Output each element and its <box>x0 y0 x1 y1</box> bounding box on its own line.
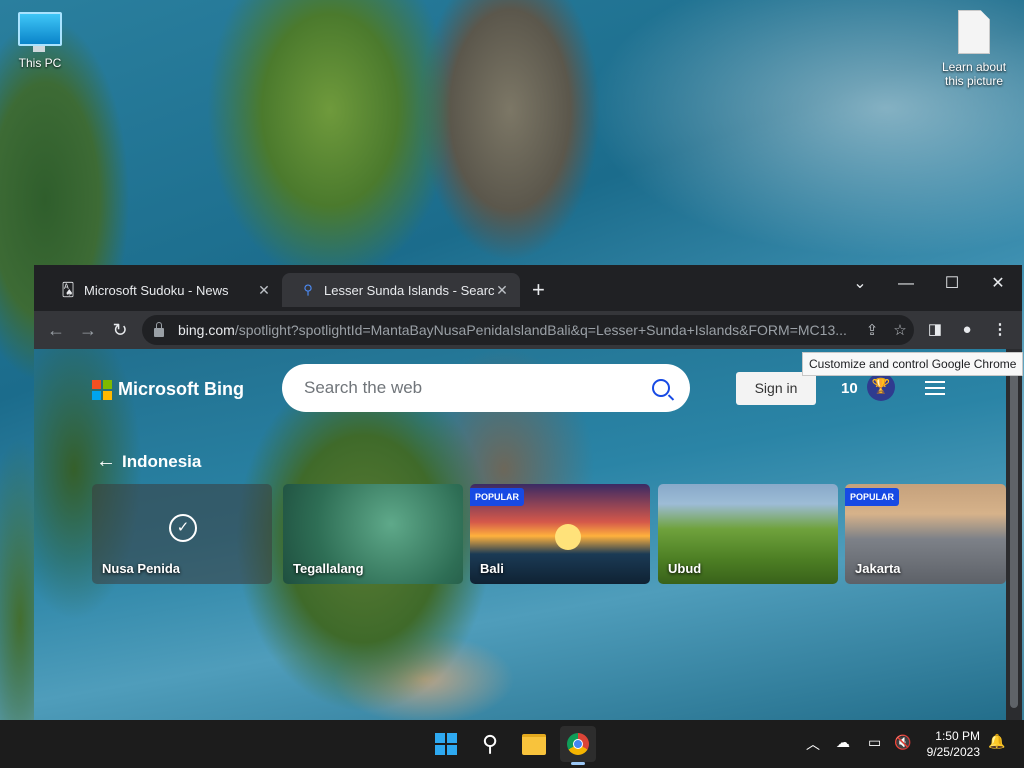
back-arrow-icon[interactable]: ← <box>96 450 116 473</box>
card-jakarta[interactable]: POPULAR Jakarta <box>845 484 1006 584</box>
monitor-icon <box>18 12 62 52</box>
tab-microsoft-sudoku[interactable]: 🂡 Microsoft Sudoku - News ✕ <box>42 273 282 307</box>
card-label: Jakarta <box>855 561 901 576</box>
chrome-taskbar-button[interactable] <box>560 726 596 762</box>
tab-title: Lesser Sunda Islands - Search <box>324 282 494 298</box>
address-bar[interactable]: bing.com/spotlight?spotlightId=MantaBayN… <box>142 315 914 345</box>
url-text[interactable]: bing.com/spotlight?spotlightId=MantaBayN… <box>178 322 858 338</box>
desktop-icon-this-pc[interactable]: This PC <box>0 12 80 70</box>
share-icon[interactable]: ⇪ <box>858 321 886 339</box>
search-input[interactable] <box>302 377 652 399</box>
close-window-button[interactable]: ✕ <box>976 269 1020 299</box>
search-box[interactable] <box>282 364 690 412</box>
chrome-window: 🂡 Microsoft Sudoku - News ✕ ⚲ Lesser Sun… <box>34 265 1022 720</box>
rewards-points[interactable]: 10 <box>841 380 858 397</box>
card-label: Ubud <box>668 561 702 576</box>
sign-in-button[interactable]: Sign in <box>736 372 816 405</box>
profile-icon[interactable]: ● <box>954 318 980 342</box>
section-header[interactable]: ← Indonesia <box>96 450 201 473</box>
windows-logo-icon <box>435 733 457 755</box>
popular-badge: POPULAR <box>845 488 900 506</box>
file-icon <box>958 10 990 54</box>
menu-kebab-icon[interactable]: ⋮ <box>987 318 1013 342</box>
taskbar-search-icon[interactable]: ⚲ <box>472 726 508 762</box>
chrome-icon <box>567 733 589 755</box>
close-tab-icon[interactable]: ✕ <box>494 282 510 299</box>
sunset-sun <box>555 524 581 550</box>
side-panel-icon[interactable]: ◨ <box>922 318 948 342</box>
tab-lesser-sunda-islands[interactable]: ⚲ Lesser Sunda Islands - Search ✕ <box>282 273 520 307</box>
card-ubud[interactable]: Ubud <box>658 484 838 584</box>
folder-icon <box>522 733 546 755</box>
desktop-icon-label: This PC <box>18 56 62 70</box>
hamburger-menu-icon[interactable] <box>925 381 945 399</box>
search-favicon-icon: ⚲ <box>303 282 313 297</box>
reload-icon[interactable]: ↻ <box>108 318 132 342</box>
notification-bell-icon[interactable]: 🔔 <box>988 733 1005 750</box>
scrollbar-thumb[interactable] <box>1010 353 1018 708</box>
page-viewport: Microsoft Bing Sign in 10 🏆 ← Indonesia … <box>34 349 1006 720</box>
maximize-button[interactable]: ☐ <box>930 269 974 299</box>
network-icon[interactable]: ▭ <box>868 734 881 751</box>
tab-title: Microsoft Sudoku - News <box>84 282 229 298</box>
clock-time: 1:50 PM <box>935 729 980 743</box>
card-nusa-penida[interactable]: ✓ Nusa Penida <box>92 484 272 584</box>
card-tegallalang[interactable]: Tegallalang <box>283 484 463 584</box>
lock-icon <box>154 321 164 337</box>
card-bali[interactable]: POPULAR Bali <box>470 484 650 584</box>
menu-tooltip: Customize and control Google Chrome <box>802 352 1024 376</box>
new-tab-button[interactable]: + <box>532 279 545 301</box>
clock[interactable]: 1:50 PM 9/25/2023 <box>924 728 980 760</box>
volume-muted-icon[interactable]: 🔇 <box>894 734 911 751</box>
forward-arrow-icon[interactable]: → <box>76 318 100 342</box>
browser-toolbar: ← → ↻ bing.com/spotlight?spotlightId=Man… <box>34 311 1022 349</box>
onedrive-icon[interactable]: ☁ <box>836 734 850 751</box>
card-label: Tegallalang <box>293 561 364 576</box>
search-icon[interactable] <box>652 379 670 397</box>
trophy-icon[interactable]: 🏆 <box>867 373 895 401</box>
card-label: Nusa Penida <box>102 561 181 576</box>
bing-logo[interactable]: Microsoft Bing <box>92 379 244 400</box>
file-explorer-button[interactable] <box>516 726 552 762</box>
active-app-indicator <box>571 762 585 765</box>
clock-date: 9/25/2023 <box>926 745 980 759</box>
chevron-up-icon[interactable]: ︿ <box>806 734 820 754</box>
close-tab-icon[interactable]: ✕ <box>256 282 272 299</box>
start-button[interactable] <box>428 726 464 762</box>
section-title: Indonesia <box>122 451 202 471</box>
desktop-icon-learn-picture[interactable]: Learn about this picture <box>934 10 1014 88</box>
vertical-scrollbar[interactable] <box>1006 349 1022 720</box>
tab-search-icon[interactable]: ⌄ <box>838 269 882 299</box>
taskbar: ⚲ ︿ ☁ ▭ 🔇 1:50 PM 9/25/2023 🔔 <box>0 720 1024 768</box>
popular-badge: POPULAR <box>470 488 525 506</box>
bookmark-star-icon[interactable]: ☆ <box>886 321 914 339</box>
checkmark-icon: ✓ <box>169 514 197 542</box>
microsoft-logo-icon <box>92 379 112 400</box>
minimize-button[interactable]: — <box>884 269 928 299</box>
sudoku-favicon-icon: 🂡 <box>61 282 75 297</box>
desktop-icon-label: Learn about this picture <box>941 60 1007 88</box>
card-label: Bali <box>480 561 504 576</box>
tab-strip: 🂡 Microsoft Sudoku - News ✕ ⚲ Lesser Sun… <box>34 265 1022 311</box>
back-arrow-icon[interactable]: ← <box>44 318 68 342</box>
destination-carousel: ✓ Nusa Penida Tegallalang POPULAR Bali U… <box>92 484 1006 584</box>
logo-text: Microsoft Bing <box>118 379 244 399</box>
